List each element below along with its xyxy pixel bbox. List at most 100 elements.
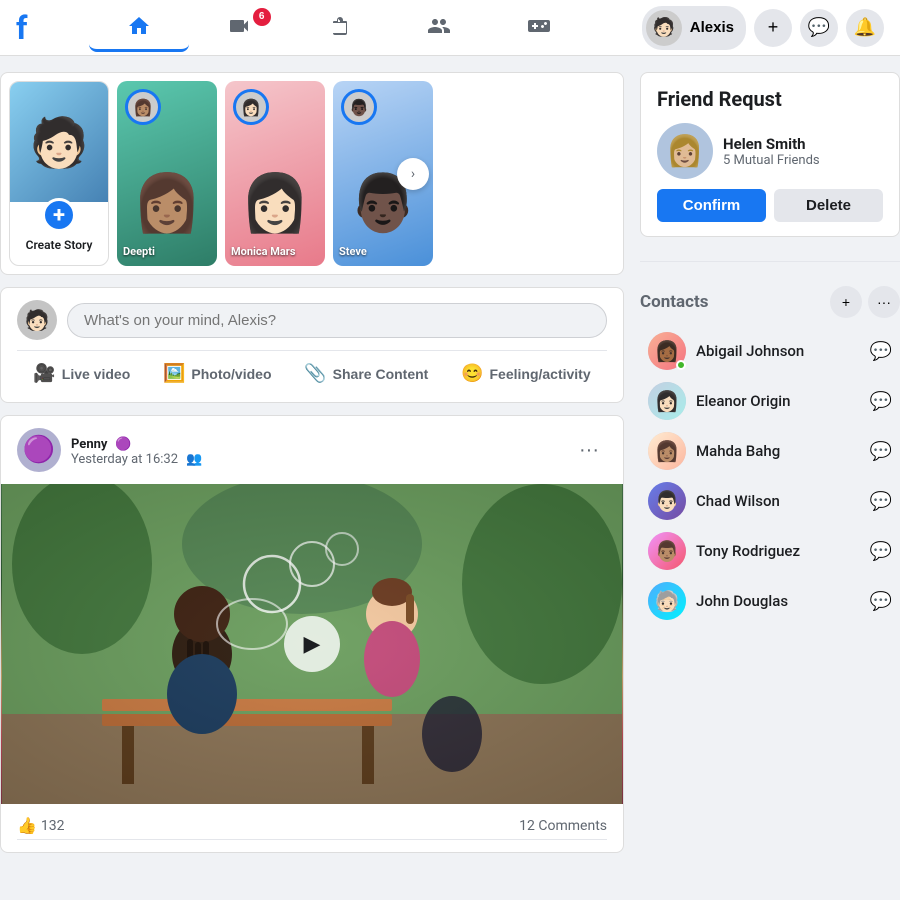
nav-right: 🧑🏻 Alexis + 💬 🔔 [642,6,884,50]
contact-emoji-5: 🧓🏻 [655,589,680,613]
feed-post: 🟣 Penny 🟣 Yesterday at 16:32 👥 ··· [0,415,624,853]
post-more-button[interactable]: ··· [571,435,607,466]
nav-home-button[interactable] [89,4,189,52]
nav-user-avatar: 🧑🏻 [646,10,682,46]
fr-info: Helen Smith 5 Mutual Friends [723,135,883,168]
share-icon: 📎 [304,363,326,384]
feeling-activity-button[interactable]: 😊 Feeling/activity [449,357,603,390]
comments-count: 12 Comments [519,818,607,834]
notification-badge: 6 [253,8,271,26]
contacts-title: Contacts [640,292,708,312]
author-name-text: Penny [71,437,107,452]
story-deepti-name: Deepti [123,245,211,258]
post-meta: Yesterday at 16:32 👥 [71,452,561,467]
nav-add-button[interactable]: + [754,9,792,47]
friend-request-item: 👩🏼 Helen Smith 5 Mutual Friends [657,123,883,179]
nav-groups-button[interactable] [389,4,489,52]
contact-avatar-0: 👩🏾 [648,332,686,370]
contact-emoji-3: 👨🏻 [655,489,680,513]
nav-user-button[interactable]: 🧑🏻 Alexis [642,6,746,50]
contacts-more-button[interactable]: ··· [868,286,900,318]
contacts-actions: + ··· [830,286,900,318]
post-author-avatar: 🟣 [17,428,61,472]
post-box-divider [17,350,607,351]
friend-request-card: Friend Requst 👩🏼 Helen Smith 5 Mutual Fr… [640,72,900,237]
like-reaction-icon: 👍 [17,816,37,835]
contact-msg-icon-0: 💬 [870,341,892,362]
confirm-button[interactable]: Confirm [657,189,766,222]
contact-emoji-4: 👨🏽 [655,539,680,563]
story-monica[interactable]: 👩🏻 👩🏻 Monica Mars [225,81,325,266]
story-monica-avatar: 👩🏻 [233,89,269,125]
story-plus-icon: + [42,198,76,232]
bell-icon: 🔔 [854,17,876,38]
contacts-header: Contacts + ··· [640,286,900,318]
nav-user-name: Alexis [690,19,734,36]
share-content-label: Share Content [333,366,429,382]
story-steve-avatar: 👨🏿 [341,89,377,125]
post-stats: 👍 132 12 Comments [17,812,607,840]
post-author-name: Penny 🟣 [71,434,561,452]
post-box-top: 🧑🏻 [17,300,607,340]
story-create-bottom: + Create Story [22,202,97,265]
contact-name-5: John Douglas [696,592,860,610]
contact-item[interactable]: 👨🏻 Chad Wilson 💬 [640,476,900,526]
story-steve[interactable]: 👨🏿 👨🏿 Steve › [333,81,433,266]
story-next-arrow[interactable]: › [397,158,429,190]
story-create-bg: 🧑🏻 [10,82,108,202]
nav-messenger-button[interactable]: 💬 [800,9,838,47]
online-dot-0 [676,360,686,370]
photo-video-button[interactable]: 🖼️ Photo/video [151,357,284,390]
story-monica-name: Monica Mars [231,245,319,258]
post-timestamp: Yesterday at 16:32 [71,452,178,467]
live-video-label: Live video [62,366,130,382]
story-deepti-avatar: 👩🏽 [125,89,161,125]
feeling-activity-label: Feeling/activity [489,366,590,382]
contacts-add-button[interactable]: + [830,286,862,318]
contact-item[interactable]: 👩🏾 Abigail Johnson 💬 [640,326,900,376]
contact-item[interactable]: 👩🏽 Mahda Bahg 💬 [640,426,900,476]
post-author-info: Penny 🟣 Yesterday at 16:32 👥 [71,434,561,467]
fr-name: Helen Smith [723,135,883,153]
contacts-section: Contacts + ··· 👩🏾 Abigail Johnson 💬 [640,286,900,626]
contact-avatar-img-3: 👨🏻 [648,482,686,520]
contact-avatar-img-5: 🧓🏻 [648,582,686,620]
contact-item[interactable]: 👩🏻 Eleanor Origin 💬 [640,376,900,426]
main-layout: 🧑🏻 + Create Story 👩🏽 👩🏽 Deepti 👩🏻 [0,56,900,869]
contact-msg-icon-5: 💬 [870,591,892,612]
nav-center: 6 [35,4,641,52]
live-video-icon: 🎥 [33,363,55,384]
fr-mutual: 5 Mutual Friends [723,153,883,168]
nav-bell-button[interactable]: 🔔 [846,9,884,47]
delete-button[interactable]: Delete [774,189,883,222]
contact-avatar-1: 👩🏻 [648,382,686,420]
live-video-button[interactable]: 🎥 Live video [21,357,142,390]
create-story-card[interactable]: 🧑🏻 + Create Story [9,81,109,266]
play-button[interactable]: ▶ [284,616,340,672]
feed-post-header: 🟣 Penny 🟣 Yesterday at 16:32 👥 ··· [1,416,623,484]
contacts-add-icon: + [842,294,850,310]
contact-avatar-4: 👨🏽 [648,532,686,570]
contact-name-0: Abigail Johnson [696,342,860,360]
fr-actions: Confirm Delete [657,189,883,222]
contacts-more-icon: ··· [877,294,891,310]
fr-avatar: 👩🏼 [657,123,713,179]
post-actions: 🎥 Live video 🖼️ Photo/video 📎 Share Cont… [17,357,607,390]
share-content-button[interactable]: 📎 Share Content [292,357,440,390]
story-deepti[interactable]: 👩🏽 👩🏽 Deepti [117,81,217,266]
contact-emoji-1: 👩🏻 [655,389,680,413]
contact-item[interactable]: 👨🏽 Tony Rodriguez 💬 [640,526,900,576]
contact-msg-icon-1: 💬 [870,391,892,412]
nav-gaming-button[interactable] [489,4,589,52]
feed-column: 🧑🏻 + Create Story 👩🏽 👩🏽 Deepti 👩🏻 [0,72,624,853]
nav-video-button[interactable]: 6 [189,4,289,52]
feeling-icon: 😊 [461,363,483,384]
contact-name-3: Chad Wilson [696,492,860,510]
post-input[interactable] [67,303,607,338]
contact-item[interactable]: 🧓🏻 John Douglas 💬 [640,576,900,626]
contact-avatar-3: 👨🏻 [648,482,686,520]
navbar: f 6 🧑🏻 Alexis + 💬 🔔 [0,0,900,56]
author-badge: 🟣 [115,437,131,452]
post-footer: 👍 132 12 Comments [1,804,623,852]
nav-marketplace-button[interactable] [289,4,389,52]
